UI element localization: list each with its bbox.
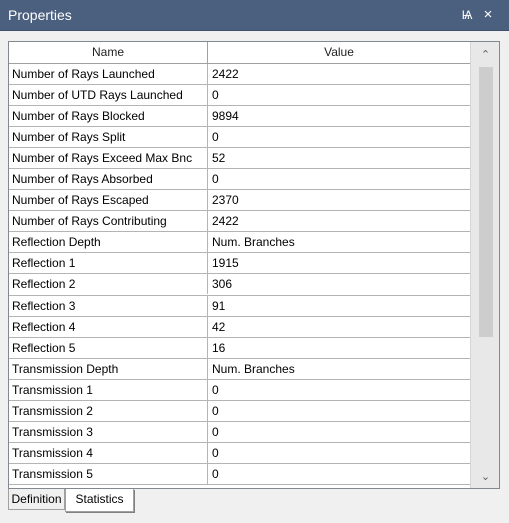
property-name-cell: Number of Rays Contributing [9,211,208,232]
table-row[interactable]: Number of UTD Rays Launched 0 [9,85,470,107]
property-value-cell[interactable]: 0 [208,401,470,421]
table-row[interactable]: Number of Rays Split 0 [9,127,470,149]
property-name-cell: Number of Rays Escaped [9,190,208,211]
property-value-cell[interactable]: 0 [208,85,470,105]
property-name-cell: Reflection 4 [9,316,208,337]
vertical-scrollbar[interactable]: ⌃ ⌄ [470,42,499,488]
property-name-cell: Reflection Depth [9,232,208,253]
chevron-up-icon[interactable]: ⌃ [471,45,499,65]
table-row[interactable]: Number of Rays Escaped 2370 [9,190,470,212]
property-value-cell[interactable]: 0 [208,422,470,442]
property-value-cell[interactable]: 306 [208,274,470,294]
table-row[interactable]: Number of Rays Launched 2422 [9,64,470,86]
property-value-cell[interactable]: 0 [208,127,470,147]
table-row[interactable]: Number of Rays Blocked 9894 [9,106,470,128]
property-name-cell: Reflection 3 [9,295,208,316]
property-name-cell: Number of Rays Launched [9,64,208,84]
property-name-cell: Transmission 4 [9,442,208,463]
table-row[interactable]: Transmission 40 [9,442,470,464]
property-value-cell[interactable]: Num. Branches [208,232,470,252]
properties-window: Properties Ѩ × Name Value Number of Rays… [0,0,509,523]
column-header-name[interactable]: Name [9,42,208,63]
property-value-cell[interactable]: 16 [208,338,470,358]
property-name-cell: Reflection 2 [9,274,208,295]
table-row[interactable]: Reflection Depth Num. Branches [9,232,470,254]
property-name-cell: Transmission 2 [9,400,208,421]
property-grid: Name Value Number of Rays Launched 2422 Nu… [8,41,500,489]
property-value-cell[interactable]: 0 [208,380,470,400]
grid-rows: Number of Rays Launched 2422 Number of UTD… [9,64,470,485]
table-row[interactable]: Reflection 4 42 [9,316,470,338]
chevron-down-icon[interactable]: ⌄ [471,467,499,487]
property-name-cell: Number of Rays Blocked [9,106,208,127]
property-name-cell: Transmission Depth [9,358,208,379]
column-header-value[interactable]: Value [208,42,470,63]
table-row[interactable]: Transmission 20 [9,400,470,422]
table-row[interactable]: Number of Rays Exceed Max Bnc 52 [9,148,470,170]
property-value-cell[interactable]: 52 [208,148,470,168]
property-value-cell[interactable]: 0 [208,464,470,484]
property-name-cell: Reflection 1 [9,253,208,274]
table-row[interactable]: Number of Rays Absorbed 0 [9,169,470,191]
property-name-cell: Transmission 1 [9,379,208,400]
table-row[interactable]: Transmission Depth Num. Branches [9,358,470,380]
scroll-thumb[interactable] [479,67,493,337]
property-name-cell: Reflection 5 [9,337,208,358]
property-name-cell: Transmission 3 [9,421,208,442]
table-row[interactable]: Reflection 2 306 [9,274,470,296]
grid-header: Name Value [9,42,470,64]
tab-bar: Definition Statistics [8,489,500,517]
property-value-cell[interactable]: 2370 [208,190,470,210]
property-name-cell: Number of UTD Rays Launched [9,85,208,106]
table-row[interactable]: Transmission 30 [9,421,470,443]
close-icon[interactable]: × [480,6,496,24]
tab-statistics[interactable]: Statistics [65,489,134,512]
pin-icon[interactable]: Ѩ [459,6,475,24]
window-title: Properties [8,7,72,23]
property-value-cell[interactable]: 1915 [208,253,470,273]
property-name-cell: Number of Rays Exceed Max Bnc [9,148,208,169]
table-row[interactable]: Reflection 5 16 [9,337,470,359]
property-name-cell: Transmission 5 [9,463,208,484]
table-row[interactable]: Reflection 3 91 [9,295,470,317]
table-row[interactable]: Number of Rays Contributing 2422 [9,211,470,233]
property-value-cell[interactable]: 91 [208,296,470,316]
property-value-cell[interactable]: 0 [208,443,470,463]
property-value-cell[interactable]: Num. Branches [208,359,470,379]
property-value-cell[interactable]: 9894 [208,106,470,126]
table-row[interactable]: Transmission 10 [9,379,470,401]
property-value-cell[interactable]: 2422 [208,211,470,231]
title-bar: Properties Ѩ × [0,0,509,31]
property-name-cell: Number of Rays Absorbed [9,169,208,190]
tab-definition[interactable]: Definition [8,489,65,510]
property-value-cell[interactable]: 0 [208,169,470,189]
property-name-cell: Number of Rays Split [9,127,208,148]
property-value-cell[interactable]: 2422 [208,64,470,84]
table-row[interactable]: Transmission 50 [9,463,470,485]
property-value-cell[interactable]: 42 [208,317,470,337]
table-row[interactable]: Reflection 1 1915 [9,253,470,275]
